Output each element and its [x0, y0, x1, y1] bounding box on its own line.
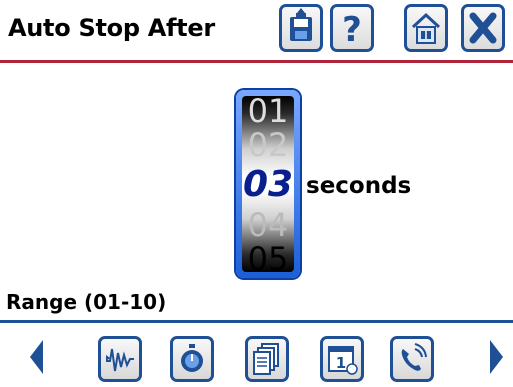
picker-selected-value[interactable]: 03 — [242, 164, 294, 205]
calendar-icon: 1 — [328, 346, 358, 375]
picker-option[interactable]: 04 — [242, 206, 294, 244]
save-button[interactable] — [279, 4, 323, 52]
right-arrow-icon[interactable] — [490, 340, 503, 374]
close-button[interactable] — [461, 4, 505, 52]
picker-option[interactable]: 01 — [242, 96, 294, 130]
help-button[interactable]: ? — [330, 4, 374, 52]
close-icon — [469, 12, 497, 44]
svg-text:1: 1 — [336, 354, 346, 372]
header-bar: Auto Stop After ? — [0, 0, 513, 63]
picker-option[interactable]: 05 — [242, 240, 294, 272]
left-arrow-icon[interactable] — [30, 340, 43, 374]
range-label: Range (01-10) — [6, 290, 167, 314]
page-title: Auto Stop After — [8, 14, 215, 42]
help-icon: ? — [342, 10, 362, 49]
documents-icon — [253, 343, 279, 375]
picker-option[interactable]: 02 — [242, 126, 294, 164]
svg-text:?: ? — [342, 10, 362, 49]
unit-label: seconds — [306, 173, 412, 199]
save-icon — [290, 8, 312, 41]
footer-divider — [0, 320, 513, 323]
phone-button[interactable] — [390, 336, 434, 382]
waveform-button[interactable] — [98, 336, 142, 382]
stopwatch-button[interactable] — [170, 336, 214, 382]
header-divider — [0, 60, 513, 63]
picker-wheel[interactable]: 01 02 03 04 05 — [242, 96, 294, 272]
stopwatch-icon — [181, 344, 203, 372]
documents-button[interactable] — [245, 336, 289, 382]
footer-toolbar: 1 — [0, 326, 513, 387]
seconds-picker[interactable]: 01 02 03 04 05 — [236, 90, 300, 278]
waveform-icon — [106, 348, 134, 372]
home-button[interactable] — [404, 4, 448, 52]
home-icon — [411, 12, 441, 44]
phone-icon — [401, 343, 427, 371]
calendar-button[interactable]: 1 — [320, 336, 364, 382]
